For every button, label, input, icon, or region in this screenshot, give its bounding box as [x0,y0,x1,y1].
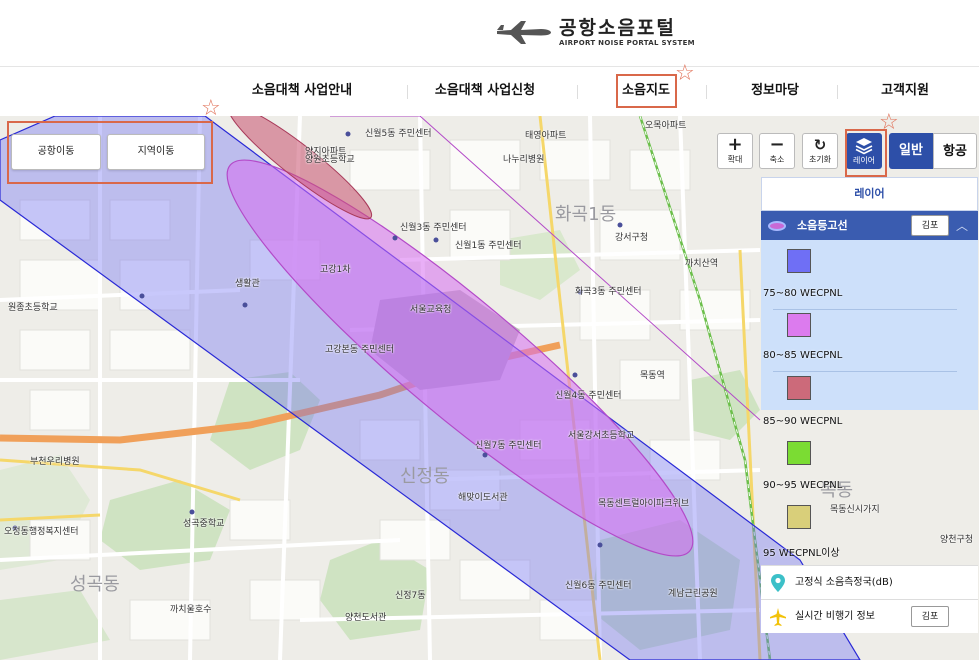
map-label: 신월3동 주민센터 [400,223,467,233]
map-label-district: 화곡1동 [555,204,617,225]
map-label: 목동센트럴아이파크위브 [598,499,690,509]
noise-contour-title: 소음등고선 [797,219,848,232]
legend-label: 85~90 WECPNL [763,416,843,427]
refresh-icon: ↻ [813,136,827,154]
map-label: 나누리병원 [503,155,545,165]
airplane-icon [770,608,786,626]
map-label: 서울교육청 [410,305,452,315]
map-label: 신월4동 주민센터 [555,391,622,401]
layer-button-highlight [845,129,887,177]
map-label: 양천도서관 [345,613,387,623]
zoom-in-label: 확대 [727,155,743,164]
realtime-flight-label: 실시간 비행기 정보 [795,611,875,622]
zoom-in-button[interactable]: + 확대 [717,133,753,169]
map-label: 오목아파트 [645,121,687,131]
map-label: 신월6동 주민센터 [565,581,632,591]
fixed-station-label: 고정식 소음측정국(dB) [795,577,893,588]
layer-panel: 레이어 소음등고선 김포 ︿ 75~80 WECPNL 80~85 WECPNL… [761,177,978,660]
map-label: 까치울호수 [170,605,212,615]
nav-divider [706,85,707,99]
reset-button[interactable]: ↻ 초기화 [802,133,838,169]
nav-customer-support[interactable]: 고객지원 [865,67,945,115]
nav-info-center[interactable]: 정보마당 [735,67,815,115]
realtime-flight-layer-row[interactable]: 실시간 비행기 정보 김포 [761,599,978,633]
map-label: 양지아파트 [305,147,347,157]
map-label: 계남근린공원 [668,589,718,599]
zoom-out-button[interactable]: − 축소 [759,133,795,169]
legend-divider [773,371,957,372]
reset-label: 초기화 [808,155,832,164]
map-label: 생활관 [235,279,260,289]
map-type-aerial-button[interactable]: 항공 [933,133,977,169]
legend-label: 95 WECPNL이상 [763,548,840,559]
nav-divider [407,85,408,99]
legend-swatch [787,313,811,337]
legend-swatch [787,376,811,400]
legend-divider [773,309,957,310]
contour-airport-select-button[interactable]: 김포 [911,215,949,236]
map-label-district: 신정동 [400,466,450,487]
map-label-district: 성곡동 [70,574,120,595]
star-mark-icon: ☆ [675,61,695,86]
map-pin-icon [771,574,785,592]
site-logo[interactable]: 공항소음포털 AIRPORT NOISE PORTAL SYSTEM [495,14,695,50]
map-label: 태영아파트 [525,131,567,141]
map-label: 오정동행정복지센터 [4,527,79,537]
map-label: 부천우리병원 [30,457,80,467]
nav-divider [577,85,578,99]
nav-active-highlight [616,74,677,108]
nav-noise-program-info[interactable]: 소음대책 사업안내 [237,67,367,115]
map-label: 화곡3동 주민센터 [575,287,642,297]
noise-legend: 75~80 WECPNL 80~85 WECPNL [761,240,978,410]
nav-noise-program-apply[interactable]: 소음대책 사업신청 [420,67,550,115]
noise-contour-section-header[interactable]: 소음등고선 김포 ︿ [761,211,978,240]
legend-label: 80~85 WECPNL [763,350,843,361]
nav-divider [837,85,838,99]
realtime-airport-select-button[interactable]: 김포 [911,606,949,627]
map-label: 신월5동 주민센터 [365,129,432,139]
chevron-up-icon[interactable]: ︿ [956,217,968,234]
star-mark-icon: ☆ [201,96,221,121]
map-label: 신월1동 주민센터 [455,241,522,251]
map-label: 강서구청 [615,233,649,243]
map-label: 원종초등학교 [8,303,58,313]
map-label: 서울강서초등학교 [568,431,635,441]
main-nav: 소음대책 사업안내 소음대책 사업신청 소음지도 정보마당 고객지원 [0,66,979,118]
airplane-logo-icon [497,21,551,44]
site-header: 공항소음포털 AIRPORT NOISE PORTAL SYSTEM [0,0,979,66]
map-label: 목동역 [640,371,665,381]
legend-swatch [787,441,811,465]
move-buttons-highlight [7,121,213,184]
layer-panel-title: 레이어 [761,177,978,211]
map-label: 해맞이도서관 [458,493,508,503]
fixed-station-layer-row[interactable]: 고정식 소음측정국(dB) [761,565,978,599]
map-label: 까치산역 [685,259,719,269]
legend-label: 75~80 WECPNL [763,288,843,299]
zoom-out-label: 축소 [769,155,785,164]
minus-icon: − [769,134,785,155]
map-label: 고강본동 주민센터 [325,345,395,355]
legend-swatch [787,249,811,273]
map-type-general-button[interactable]: 일반 [889,133,933,169]
map-label: 신정7동 [395,591,426,601]
contour-ellipse-icon [768,221,786,231]
logo-title: 공항소음포털 [559,16,676,39]
logo-subtitle: AIRPORT NOISE PORTAL SYSTEM [559,38,695,47]
map-label: 고강1차 [320,265,351,275]
map-label: 신월7동 주민센터 [475,441,542,451]
legend-label: 90~95 WECPNL [763,480,843,491]
map-label: 성곡중학교 [183,519,225,529]
plus-icon: + [727,134,743,155]
legend-swatch [787,505,811,529]
